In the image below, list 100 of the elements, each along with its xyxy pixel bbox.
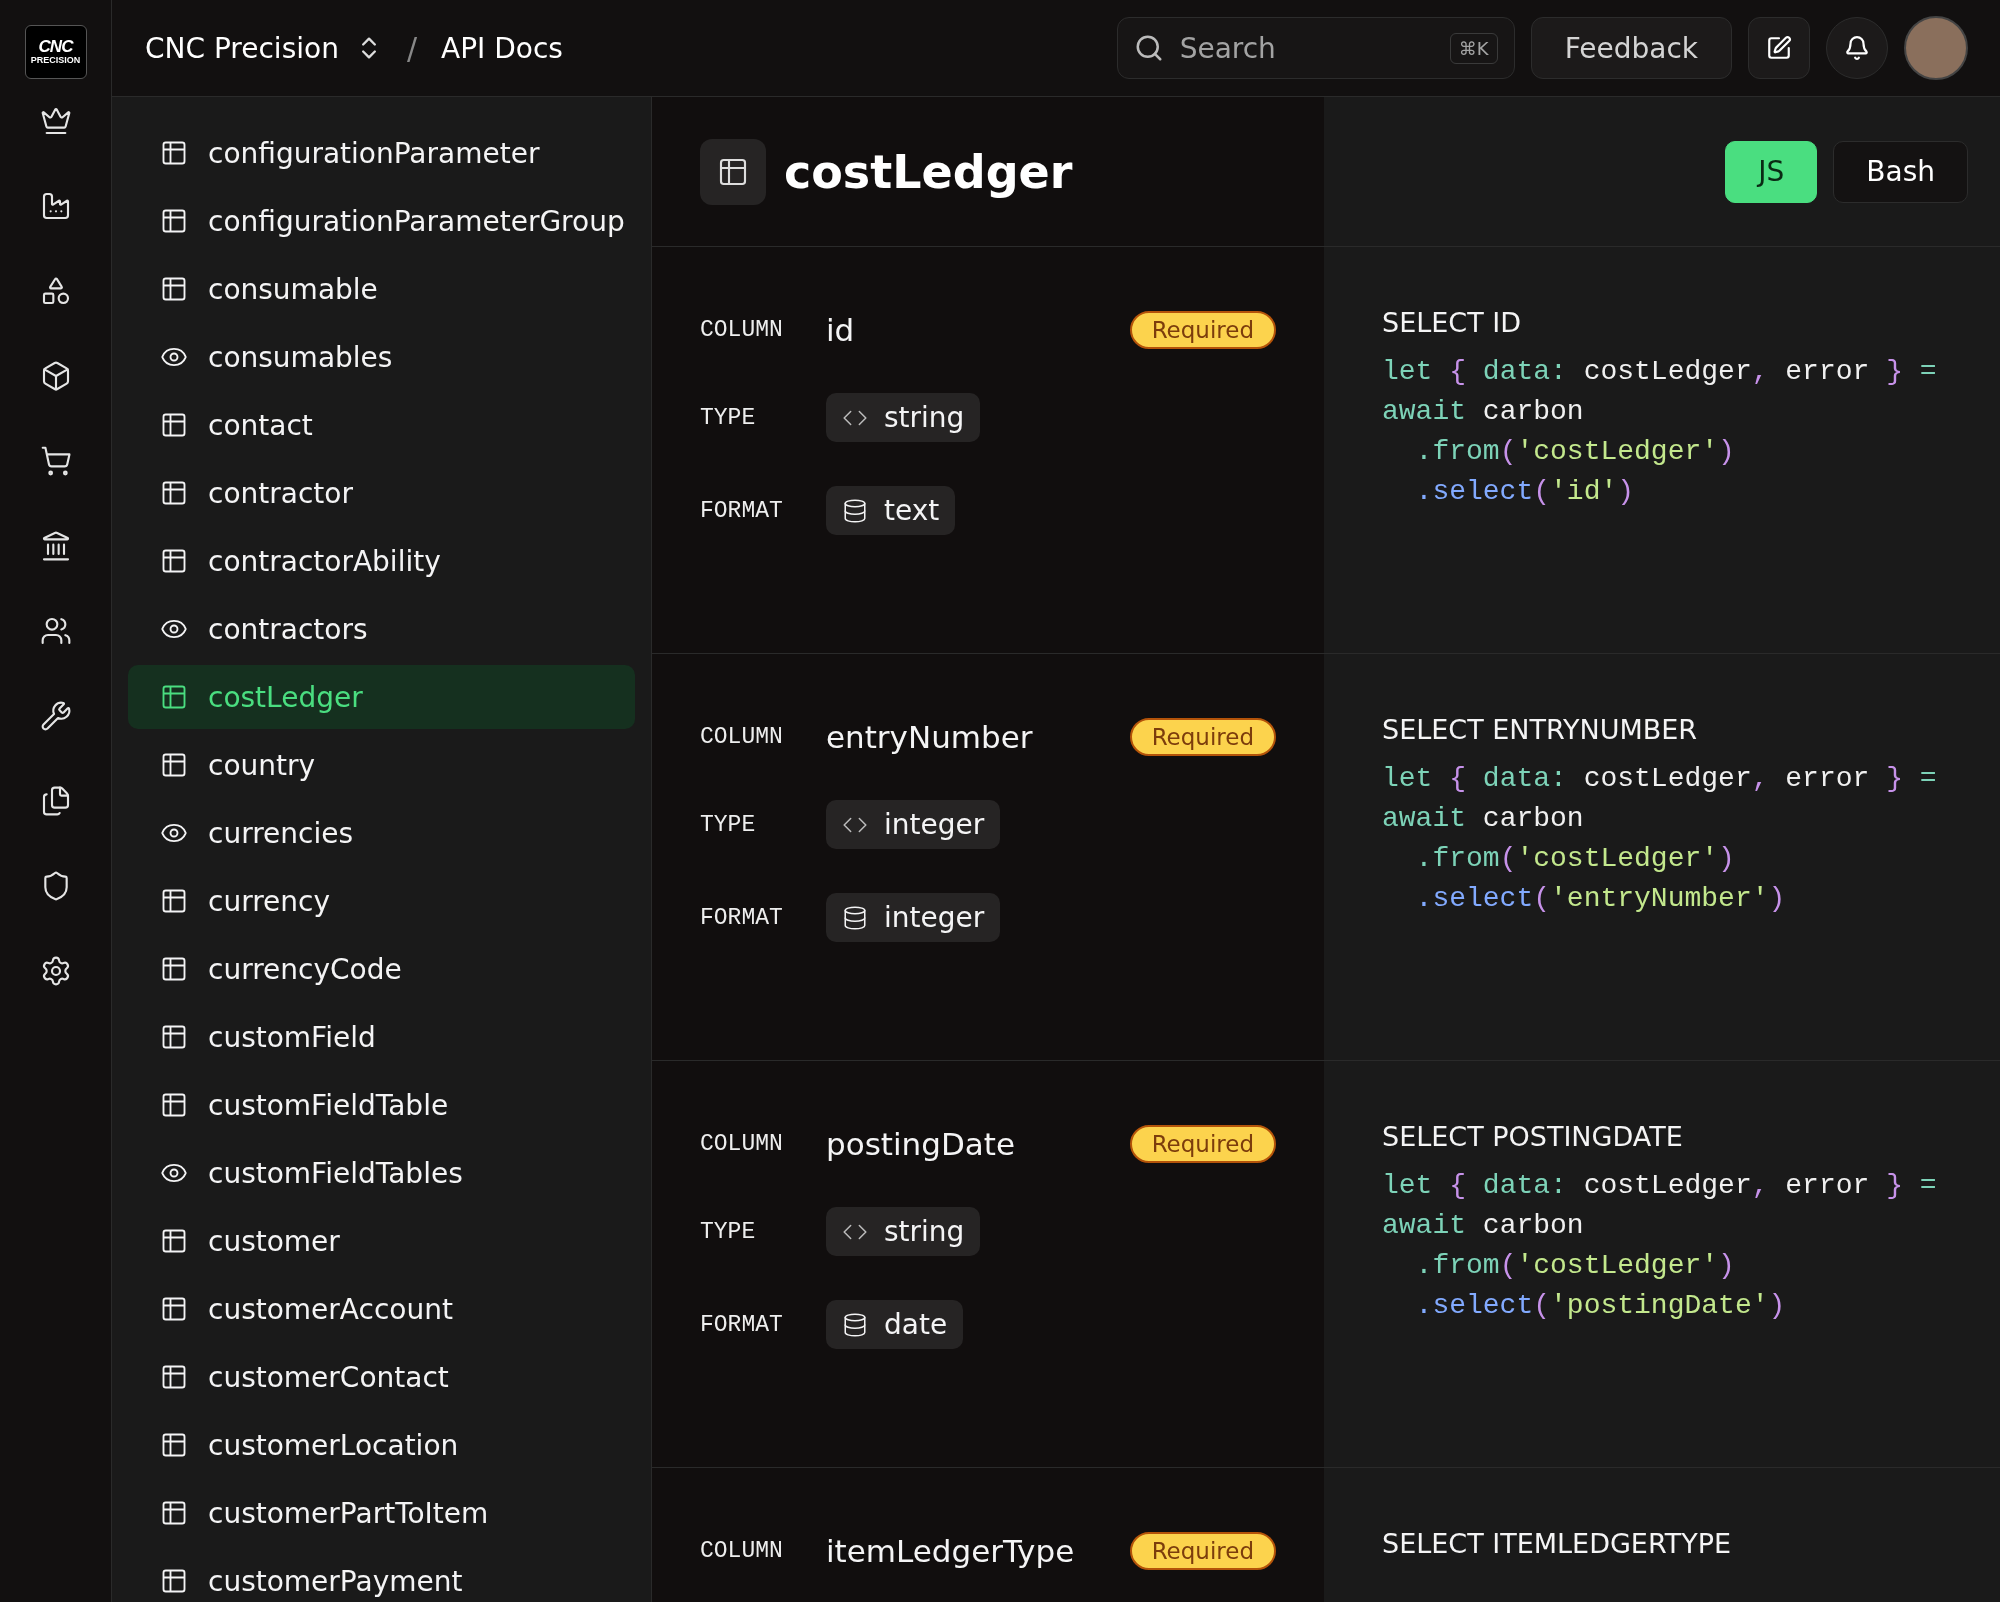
code-line: .select('postingDate') bbox=[1414, 1289, 1787, 1323]
field-label: TYPE bbox=[700, 1218, 757, 1245]
query-heading: SELECT ID bbox=[1382, 307, 1522, 338]
format-chip: text bbox=[826, 486, 956, 535]
bell-icon bbox=[1844, 35, 1870, 61]
sidebar-item[interactable]: currencyCode bbox=[128, 937, 635, 1001]
code-line: .from('costLedger') bbox=[1414, 1249, 1736, 1283]
sidebar-item[interactable]: costLedger bbox=[128, 665, 635, 729]
table-icon bbox=[160, 275, 188, 303]
table-icon bbox=[160, 1227, 188, 1255]
required-badge: Required bbox=[1129, 311, 1276, 349]
field-label: COLUMN bbox=[700, 724, 784, 750]
sidebar-item[interactable]: consumable bbox=[128, 257, 635, 321]
table-icon bbox=[160, 207, 188, 235]
sidebar-item[interactable]: customFieldTable bbox=[128, 1073, 635, 1137]
sidebar-item[interactable]: contractor bbox=[128, 461, 635, 525]
sidebar-item[interactable]: contractorAbility bbox=[128, 529, 635, 593]
table-icon bbox=[160, 1499, 188, 1527]
table-icon bbox=[160, 547, 188, 575]
code-line: await carbon bbox=[1382, 802, 1585, 836]
sidebar-item[interactable]: customerLocation bbox=[128, 1413, 635, 1477]
code-line: let { data: costLedger, error } = bbox=[1382, 762, 1938, 796]
sidebar-item[interactable]: customerAccount bbox=[128, 1277, 635, 1341]
field-label: COLUMN bbox=[700, 1538, 784, 1564]
sidebar-item[interactable]: contractors bbox=[128, 597, 635, 661]
field-label: COLUMN bbox=[700, 1131, 784, 1157]
column-name: id bbox=[826, 312, 856, 348]
table-icon bbox=[700, 138, 766, 205]
table-icon bbox=[160, 683, 188, 711]
code-line: .from('costLedger') bbox=[1414, 842, 1736, 876]
wrench-icon[interactable] bbox=[39, 700, 72, 732]
search-field[interactable]: Search ⌘K bbox=[1116, 17, 1515, 79]
sidebar-item[interactable]: customer bbox=[128, 1209, 635, 1273]
query-heading: SELECT POSTINGDATE bbox=[1382, 1121, 1684, 1152]
sidebar-item[interactable]: country bbox=[128, 733, 635, 797]
logo[interactable]: CNC PRECISION bbox=[24, 25, 87, 79]
sidebar-item[interactable]: currencies bbox=[128, 801, 635, 865]
crown-icon[interactable] bbox=[39, 105, 72, 137]
code-line: await carbon bbox=[1382, 395, 1585, 429]
sidebar-item[interactable]: contact bbox=[128, 393, 635, 457]
sidebar-item[interactable]: customerPayment bbox=[128, 1549, 635, 1602]
page-title: costLedger bbox=[784, 144, 1073, 199]
required-badge: Required bbox=[1129, 1532, 1276, 1570]
table-icon bbox=[160, 1023, 188, 1051]
sidebar-item[interactable]: configurationParameterGroup bbox=[128, 189, 635, 253]
table-icon bbox=[160, 1295, 188, 1323]
type-chip: string bbox=[826, 1207, 981, 1256]
field-label: TYPE bbox=[700, 811, 757, 838]
edit-icon bbox=[1766, 35, 1792, 61]
table-icon bbox=[160, 955, 188, 983]
database-icon bbox=[842, 1311, 868, 1338]
table-icon bbox=[160, 751, 188, 779]
shortcut-hint: ⌘K bbox=[1449, 32, 1498, 64]
table-icon bbox=[160, 1363, 188, 1391]
format-chip: date bbox=[826, 1300, 964, 1349]
sidebar-item[interactable]: customFieldTables bbox=[128, 1141, 635, 1205]
sidebar-item[interactable]: customerContact bbox=[128, 1345, 635, 1409]
sidebar-item[interactable]: configurationParameter bbox=[128, 121, 635, 185]
language-tab[interactable]: JS bbox=[1725, 140, 1818, 203]
code-line: let { data: costLedger, error } = bbox=[1382, 1169, 1938, 1203]
code-line: let { data: costLedger, error } = bbox=[1382, 355, 1938, 389]
field-label: COLUMN bbox=[700, 317, 784, 343]
table-icon bbox=[160, 139, 188, 167]
table-icon bbox=[160, 411, 188, 439]
column-name: entryNumber bbox=[826, 719, 1033, 755]
page-name[interactable]: API Docs bbox=[441, 31, 563, 65]
table-icon bbox=[160, 1567, 188, 1595]
field-label: FORMAT bbox=[700, 904, 784, 931]
table-icon bbox=[160, 479, 188, 507]
required-badge: Required bbox=[1129, 718, 1276, 756]
feedback-button[interactable]: Feedback bbox=[1530, 17, 1732, 79]
column-name: postingDate bbox=[826, 1126, 1015, 1162]
query-heading: SELECT ITEMLEDGERTYPE bbox=[1382, 1528, 1733, 1559]
code-line: .from('costLedger') bbox=[1414, 435, 1736, 469]
edit-button[interactable] bbox=[1748, 17, 1810, 79]
field-label: FORMAT bbox=[700, 497, 784, 524]
type-chip: integer bbox=[826, 800, 1001, 849]
type-chip: string bbox=[826, 393, 981, 442]
table-icon bbox=[160, 887, 188, 915]
sidebar-item[interactable]: customerPartToItem bbox=[128, 1481, 635, 1545]
breadcrumb-separator: / bbox=[406, 30, 417, 66]
format-chip: integer bbox=[826, 893, 1001, 942]
field-label: TYPE bbox=[700, 404, 757, 431]
cart-icon[interactable] bbox=[39, 445, 72, 477]
language-tab[interactable]: Bash bbox=[1833, 140, 1968, 203]
code-line: await carbon bbox=[1382, 1209, 1585, 1243]
search-input[interactable]: Search bbox=[1177, 30, 1436, 66]
column-name: itemLedgerType bbox=[826, 1533, 1075, 1569]
table-icon bbox=[160, 1091, 188, 1119]
database-icon bbox=[842, 904, 868, 931]
workspace-name[interactable]: CNC Precision bbox=[145, 31, 339, 65]
query-heading: SELECT ENTRYNUMBER bbox=[1382, 714, 1699, 745]
sidebar-item[interactable]: customField bbox=[128, 1005, 635, 1069]
sidebar-item[interactable]: consumables bbox=[128, 325, 635, 389]
field-label: FORMAT bbox=[700, 1311, 784, 1338]
sidebar-item[interactable]: currency bbox=[128, 869, 635, 933]
code-line: .select('entryNumber') bbox=[1414, 882, 1787, 916]
database-icon bbox=[842, 497, 868, 524]
users-icon[interactable] bbox=[39, 615, 72, 647]
required-badge: Required bbox=[1129, 1125, 1276, 1163]
